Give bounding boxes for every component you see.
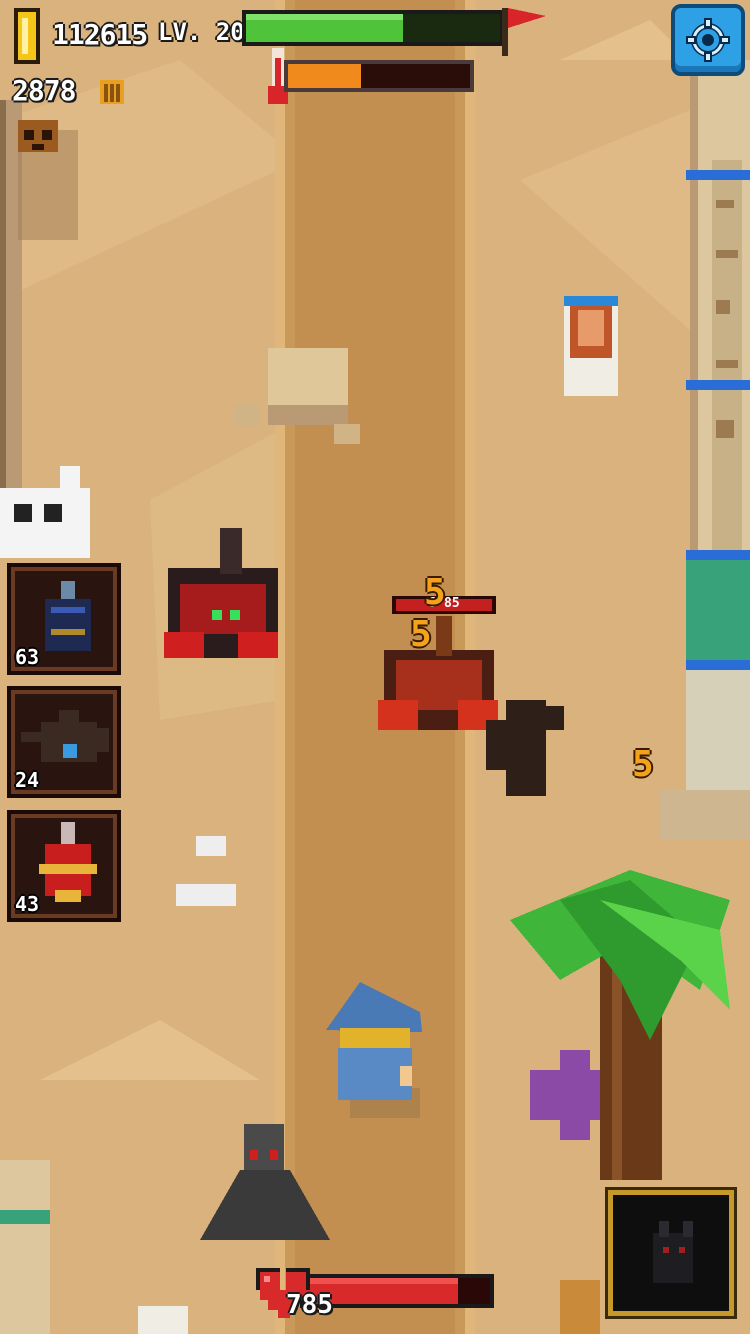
health-value: 785: [286, 1290, 333, 1320]
sarcophagus-small: [138, 1306, 188, 1334]
item-count: 63: [15, 645, 40, 669]
item-count: 24: [15, 768, 40, 792]
damage-number: 5: [632, 744, 654, 785]
skull-icon[interactable]: [14, 118, 62, 156]
level-label: LV. 20: [158, 18, 245, 46]
level-progress-bar: [242, 10, 504, 46]
gear-icon: [686, 18, 730, 62]
sarcophagus: [564, 296, 618, 396]
item-count: 43: [15, 892, 40, 916]
dragon-portrait-button[interactable]: [608, 1190, 734, 1316]
inventory-slot-3[interactable]: 43: [7, 810, 121, 922]
bottom-left-pillar: [0, 1160, 50, 1334]
teapot-icon: [21, 710, 109, 762]
gem-count: 2878: [12, 74, 76, 107]
dragon-icon: [653, 1221, 693, 1283]
heat-bar: [284, 60, 474, 92]
level-progress-fill: [246, 14, 404, 42]
coin-icon: [14, 8, 40, 64]
inventory-slot-1[interactable]: 63: [7, 563, 121, 675]
settings-button[interactable]: [671, 4, 745, 76]
damage-number: 5: [424, 572, 446, 613]
heat-bar-fill: [288, 64, 361, 88]
dark-vase-icon: [45, 581, 91, 651]
gold-count: 112615: [52, 18, 148, 51]
wooden-crate: [560, 1280, 600, 1334]
inventory-slot-2[interactable]: 24: [7, 686, 121, 798]
damage-number: 5: [410, 614, 432, 655]
gem-icon: [100, 80, 124, 104]
red-potion-icon: [39, 822, 97, 902]
flag-icon: [502, 8, 546, 56]
